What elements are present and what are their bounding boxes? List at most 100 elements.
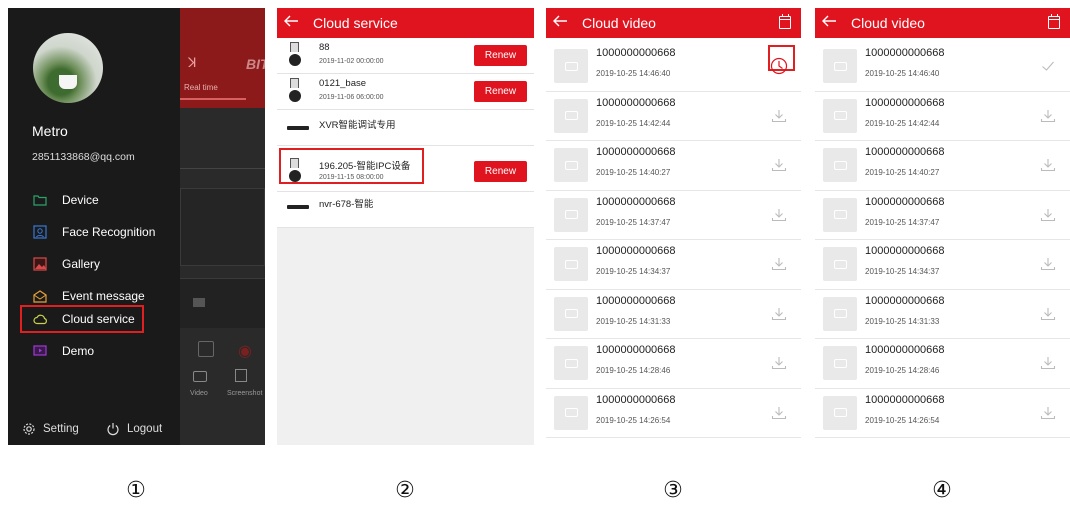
device-row[interactable]: 88 2019-11-02 00:00:00 Renew (277, 38, 534, 74)
video-list: 1000000000668 2019-10-25 14:46:40 10000000… (815, 42, 1070, 438)
download-icon[interactable] (1038, 254, 1058, 274)
video-timestamp: 2019-10-25 14:46:40 (596, 69, 671, 78)
video-row[interactable]: 1000000000668 2019-10-25 14:46:40 (815, 42, 1070, 92)
video-thumbnail[interactable] (823, 395, 857, 430)
menu-item-face-recognition[interactable]: Face Recognition (30, 219, 180, 245)
video-timestamp: 2019-10-25 14:34:37 (865, 267, 940, 276)
video-row[interactable]: 1000000000668 2019-10-25 14:40:27 (815, 141, 1070, 191)
video-thumbnail[interactable] (554, 395, 588, 430)
camera-icon (288, 78, 302, 104)
video-timestamp: 2019-10-25 14:28:46 (596, 366, 671, 375)
video-thumbnail[interactable] (823, 49, 857, 83)
device-row[interactable]: XVR智能调试专用 (277, 110, 534, 146)
video-id: 1000000000668 (865, 344, 945, 356)
menu-item-gallery[interactable]: Gallery (30, 251, 180, 277)
video-row[interactable]: 1000000000668 2019-10-25 14:26:54 (546, 389, 801, 438)
video-row[interactable]: 1000000000668 2019-10-25 14:42:44 (815, 92, 1070, 141)
video-thumbnail[interactable] (823, 296, 857, 331)
face-scan-icon (32, 225, 48, 239)
device-row[interactable]: 0121_base 2019-11-06 06:00:00 Renew (277, 74, 534, 110)
logout-button[interactable]: Logout (106, 422, 162, 436)
calendar-icon[interactable] (779, 14, 791, 29)
video-thumbnail[interactable] (823, 98, 857, 133)
background-divider (180, 168, 265, 169)
menu-item-device[interactable]: Device (30, 187, 180, 213)
video-row[interactable]: 1000000000668 2019-10-25 14:31:33 (815, 290, 1070, 339)
video-id: 1000000000668 (596, 96, 676, 109)
video-placeholder-icon (833, 408, 847, 417)
video-timestamp: 2019-10-25 14:37:47 (596, 217, 671, 227)
download-icon[interactable] (769, 205, 789, 225)
video-placeholder-icon (833, 111, 847, 120)
video-timestamp: 2019-10-25 14:31:33 (596, 316, 671, 326)
video-row[interactable]: 1000000000668 2019-10-25 14:26:54 (815, 389, 1070, 438)
download-icon[interactable] (769, 353, 789, 373)
checkmark-icon[interactable] (1038, 56, 1058, 76)
app-header: Cloud video (546, 8, 801, 38)
video-id: 1000000000668 (865, 96, 945, 109)
download-icon[interactable] (769, 155, 789, 175)
video-id: 1000000000668 (596, 195, 676, 208)
download-icon[interactable] (1038, 106, 1058, 126)
back-arrow-icon[interactable] (821, 14, 843, 32)
setting-button[interactable]: Setting (22, 422, 79, 436)
video-id: 1000000000668 (865, 245, 945, 257)
menu-item-demo[interactable]: Demo (30, 338, 180, 364)
cloud-service-screen: Cloud service 88 2019-11-02 00:00:00 Ren… (277, 8, 534, 445)
video-row[interactable]: 1000000000668 2019-10-25 14:46:40 (546, 42, 801, 92)
video-timestamp: 2019-10-25 14:40:27 (596, 168, 671, 177)
video-placeholder-icon (564, 408, 578, 417)
video-row[interactable]: 1000000000668 2019-10-25 14:28:46 (546, 339, 801, 389)
download-icon[interactable] (1038, 304, 1058, 324)
download-icon[interactable] (769, 403, 789, 423)
video-thumbnail[interactable] (823, 247, 857, 281)
back-arrow-icon[interactable] (283, 14, 305, 32)
avatar[interactable] (33, 33, 103, 103)
renew-button[interactable]: Renew (474, 81, 527, 102)
video-row[interactable]: 1000000000668 2019-10-25 14:37:47 (546, 191, 801, 240)
background-tab-label: Real time (184, 83, 218, 92)
video-row[interactable]: 1000000000668 2019-10-25 14:42:44 (546, 92, 801, 141)
device-row[interactable]: nvr-678-智能 (277, 192, 534, 228)
video-thumbnail[interactable] (823, 197, 857, 232)
video-id: 1000000000668 (865, 195, 945, 208)
gear-icon (22, 422, 36, 436)
download-icon[interactable] (1038, 353, 1058, 373)
app-header: Cloud video (815, 8, 1070, 38)
download-icon[interactable] (1038, 155, 1058, 175)
download-progress-clock-icon[interactable] (769, 56, 789, 76)
video-row[interactable]: 1000000000668 2019-10-25 14:37:47 (815, 191, 1070, 240)
video-thumbnail[interactable] (823, 346, 857, 380)
menu-item-label: Event message (62, 289, 145, 303)
video-timestamp: 2019-10-25 14:42:44 (865, 118, 940, 128)
device-name: nvr-678-智能 (319, 199, 374, 210)
video-row[interactable]: 1000000000668 2019-10-25 14:40:27 (546, 141, 801, 191)
video-row[interactable]: 1000000000668 2019-10-25 14:34:37 (546, 240, 801, 290)
back-arrow-icon[interactable] (552, 14, 574, 32)
video-id: 1000000000668 (596, 393, 676, 406)
background-video-pane (180, 188, 265, 266)
video-thumbnail[interactable] (554, 148, 588, 182)
background-screenshot-label: Screenshot (227, 390, 263, 397)
download-icon[interactable] (769, 254, 789, 274)
video-thumbnail[interactable] (823, 148, 857, 182)
download-icon[interactable] (769, 304, 789, 324)
video-thumbnail[interactable] (554, 49, 588, 83)
download-icon[interactable] (1038, 205, 1058, 225)
download-icon[interactable] (1038, 403, 1058, 423)
background-user-icon: ꓘ (188, 55, 197, 70)
video-thumbnail[interactable] (554, 98, 588, 133)
video-thumbnail[interactable] (554, 247, 588, 281)
calendar-icon[interactable] (1048, 14, 1060, 29)
video-thumbnail[interactable] (554, 296, 588, 331)
video-row[interactable]: 1000000000668 2019-10-25 14:31:33 (546, 290, 801, 339)
video-row[interactable]: 1000000000668 2019-10-25 14:28:46 (815, 339, 1070, 389)
video-row[interactable]: 1000000000668 2019-10-25 14:34:37 (815, 240, 1070, 290)
video-thumbnail[interactable] (554, 346, 588, 380)
download-icon[interactable] (769, 106, 789, 126)
nvr-icon (287, 126, 309, 130)
renew-button[interactable]: Renew (474, 161, 527, 182)
video-thumbnail[interactable] (554, 197, 588, 232)
renew-button[interactable]: Renew (474, 45, 527, 66)
background-video-icon (193, 371, 207, 382)
